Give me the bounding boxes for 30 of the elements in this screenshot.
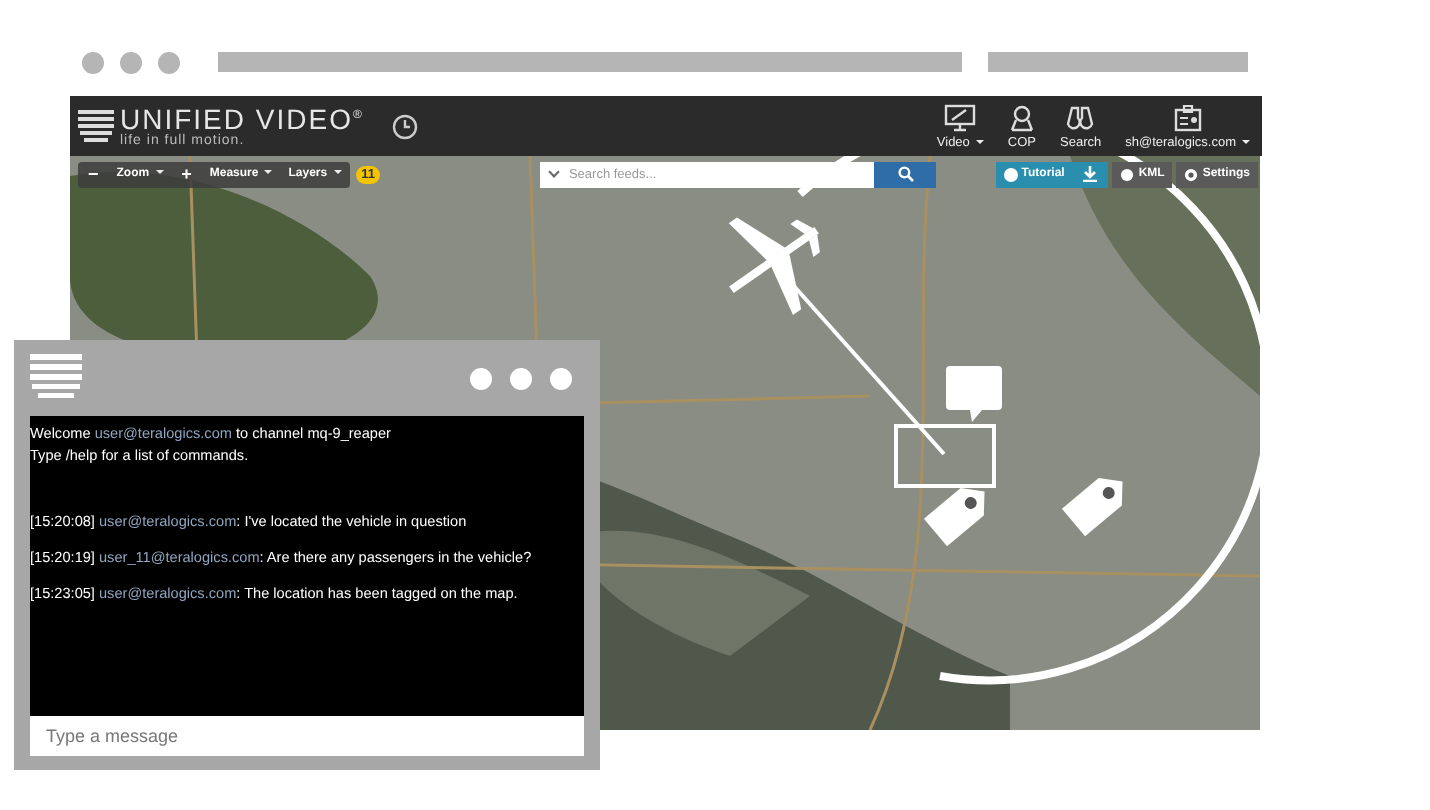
logo-icon [78,110,114,142]
tag-icon [923,487,985,547]
monitor-icon [944,103,977,131]
message-input[interactable]: Type a message [30,716,584,756]
map-tool-button[interactable]: − [78,161,109,187]
speech-bubble-icon [946,366,1002,422]
download-icon [1082,166,1099,182]
search-button[interactable] [874,161,937,187]
search-icon [897,166,914,182]
window-dot [82,51,104,73]
download-button[interactable] [1072,161,1109,187]
window-control-dot[interactable] [510,367,532,389]
chevron-icon [549,166,561,178]
logo-icon [30,354,82,398]
window-control-dot[interactable] [550,367,572,389]
aircraft-icon [728,217,820,316]
map-tool-button[interactable]: + [171,161,202,187]
app-title: UNIFIED VIDEO$^{®}$ [120,102,364,134]
clock-icon[interactable] [391,113,418,139]
window-dot [120,51,142,73]
caret-icon [155,170,164,175]
binoculars-icon [1066,103,1095,131]
tag-icon [1061,477,1123,537]
window-control-dot[interactable] [470,367,492,389]
caret-icon [333,170,342,175]
caret-icon [264,170,273,175]
target-box [894,424,996,488]
id-badge-icon [1173,103,1202,131]
settings-icon [1184,167,1199,181]
window-dot [158,51,180,73]
